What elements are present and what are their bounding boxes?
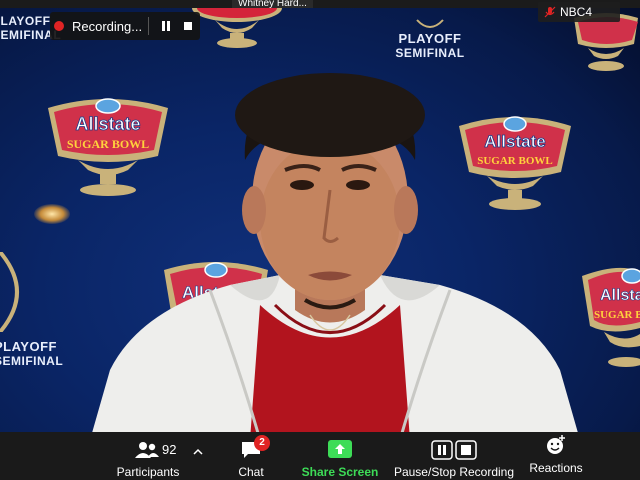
participant-tag-nbc: NBC4 <box>538 2 620 22</box>
stop-recording-button[interactable] <box>181 19 195 33</box>
playoff-logo-left <box>0 252 34 332</box>
pause-stop-recording-button[interactable]: Pause/Stop Recording <box>392 432 516 480</box>
participants-button[interactable]: 92 Participants <box>108 432 188 480</box>
reactions-button[interactable]: Reactions <box>526 432 586 480</box>
share-screen-label: Share Screen <box>301 465 379 479</box>
chevron-up-icon <box>193 448 203 455</box>
video-feed: PLAYOFF SEMIFINAL PLAYOFF SEMIFINAL Alls… <box>0 0 640 480</box>
participants-icon <box>135 442 159 458</box>
divider <box>148 17 150 35</box>
recording-dot-icon <box>54 21 64 31</box>
participant-name-tag: Whitney Hard... <box>232 0 313 9</box>
svg-text:SUGAR BOWL: SUGAR BOWL <box>594 309 640 321</box>
share-screen-button[interactable]: Share Screen <box>300 432 380 480</box>
pause-stop-icon <box>431 440 477 460</box>
mic-muted-icon <box>544 6 556 18</box>
meeting-toolbar: 92 Participants 2 Chat Share Screen Paus… <box>0 432 640 480</box>
stop-icon <box>184 22 193 30</box>
recording-indicator: Recording... <box>50 12 200 40</box>
svg-text:Allstate: Allstate <box>600 287 640 304</box>
playoff-semifinal-text: PLAYOFF SEMIFINAL <box>380 18 480 60</box>
reactions-label: Reactions <box>529 461 583 475</box>
light-glare <box>34 204 70 224</box>
pause-icon <box>162 21 171 31</box>
participant-video <box>80 70 590 441</box>
emoji-reaction-icon <box>547 435 565 454</box>
chat-label: Chat <box>238 465 264 479</box>
chat-unread-badge: 2 <box>254 435 270 451</box>
pause-stop-recording-label: Pause/Stop Recording <box>393 465 515 479</box>
chat-button[interactable]: 2 Chat <box>226 432 276 480</box>
share-screen-icon <box>328 440 352 458</box>
participants-label: Participants <box>116 465 180 479</box>
participants-count: 92 <box>162 442 177 457</box>
recording-label: Recording... <box>72 18 143 34</box>
playoff-semifinal-text-lower-left: PLAYOFF SEMIFINAL <box>0 339 64 369</box>
participants-menu-toggle[interactable] <box>190 432 206 480</box>
nbc-label: NBC4 <box>560 5 593 19</box>
pause-recording-button[interactable] <box>159 19 173 33</box>
